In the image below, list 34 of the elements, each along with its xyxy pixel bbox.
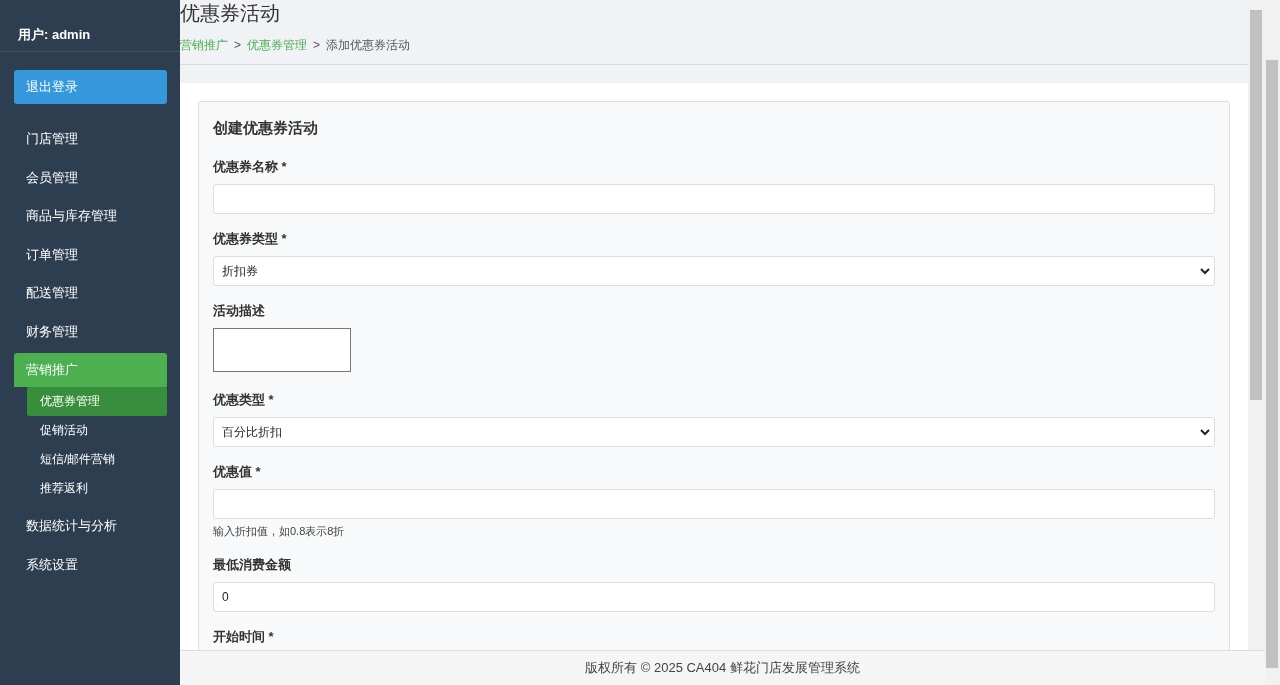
- menu-item[interactable]: 商品与库存管理: [14, 199, 167, 233]
- page-title: 优惠券活动: [180, 1, 281, 26]
- submenu-item[interactable]: 推荐返利: [27, 474, 167, 503]
- chevron-down-icon: [1200, 267, 1210, 275]
- breadcrumb-separator: >: [313, 37, 321, 53]
- help-text: 输入折扣值，如0.8表示8折: [213, 525, 346, 537]
- footer-text: 版权所有 © 2025 CA404 鲜花门店发展管理系统: [180, 650, 1265, 685]
- breadcrumb-separator: >: [234, 37, 241, 53]
- menu-item[interactable]: 订单管理: [14, 237, 167, 272]
- menu-item[interactable]: 系统设置: [14, 547, 167, 582]
- select-field[interactable]: 百分比折扣: [213, 417, 1215, 447]
- field-label: 优惠券类型 *: [213, 231, 288, 247]
- field-label: 活动描述: [213, 303, 266, 319]
- chevron-down-icon: [1200, 428, 1210, 436]
- menu-item[interactable]: 数据统计与分析: [14, 509, 167, 543]
- field-label: 优惠值 *: [213, 464, 262, 480]
- scrollbar[interactable]: [1248, 0, 1265, 650]
- submenu-item[interactable]: 促销活动: [27, 416, 167, 445]
- form-title: 创建优惠券活动: [213, 118, 319, 138]
- field-label: 开始时间 *: [213, 629, 275, 645]
- menu-item[interactable]: 门店管理: [14, 122, 167, 156]
- scrollbar[interactable]: [1265, 0, 1280, 685]
- select-field[interactable]: 折扣券: [213, 256, 1215, 286]
- menu-item[interactable]: 财务管理: [14, 314, 167, 349]
- menu-item[interactable]: 配送管理: [14, 276, 167, 310]
- submenu-item[interactable]: 优惠券管理: [27, 387, 167, 416]
- textarea-field[interactable]: [213, 328, 351, 372]
- field-label: 优惠券名称 *: [213, 159, 288, 175]
- field-label: 最低消费金额: [213, 557, 292, 573]
- breadcrumb-current: 添加优惠券活动: [326, 37, 411, 53]
- input-field[interactable]: 0: [213, 582, 1215, 612]
- menu-item[interactable]: 会员管理: [14, 160, 167, 195]
- field-label: 优惠类型 *: [213, 392, 275, 408]
- submenu-item[interactable]: 短信/邮件营销: [27, 445, 167, 474]
